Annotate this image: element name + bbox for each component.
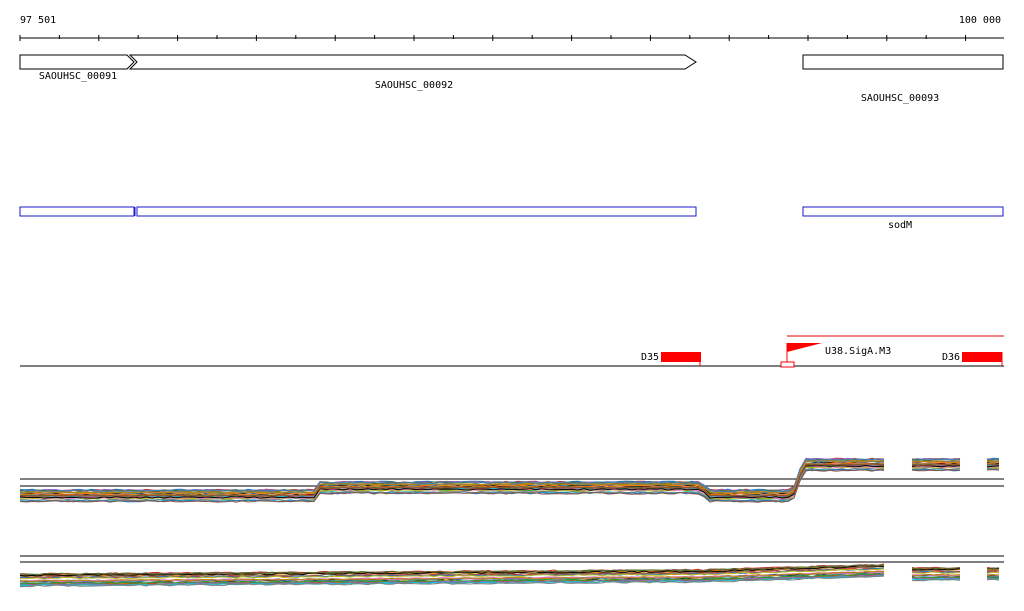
profile-line	[986, 458, 1000, 461]
feature-site-box[interactable]	[780, 361, 795, 368]
expression-track-lower	[19, 555, 1004, 588]
annotation-box-sodm[interactable]	[802, 206, 1004, 217]
expression-track-upper	[19, 457, 1004, 503]
gene-saouhsc-00092[interactable]: SAOUHSC_00092	[128, 54, 697, 91]
feature-d36[interactable]: D36	[942, 352, 1003, 366]
profile-line	[986, 463, 1000, 466]
gene-arrow[interactable]	[128, 54, 697, 70]
feature-flag[interactable]	[787, 343, 822, 352]
gene-arrow[interactable]	[802, 54, 1004, 70]
annotation-track: sodM	[19, 206, 1004, 231]
genome-browser: 97 501 100 000 SAOUHSC_00091 SAOUHSC_000…	[19, 15, 1004, 588]
profile-lines	[19, 457, 1000, 503]
ruler-end-label: 100 000	[959, 15, 1001, 26]
gene-label: SAOUHSC_00092	[375, 80, 453, 91]
feature-label: U38.SigA.M3	[825, 346, 891, 357]
feature-d35[interactable]: D35	[641, 352, 701, 366]
profile-line	[986, 572, 999, 574]
feature-track: D35 U38.SigA.M3 D36	[20, 335, 1004, 368]
annotation-box[interactable]	[136, 206, 697, 217]
gene-arrow[interactable]	[19, 54, 135, 70]
gene-track: SAOUHSC_00091 SAOUHSC_00092 SAOUHSC_0009…	[19, 54, 1004, 104]
ruler-start-label: 97 501	[20, 15, 56, 26]
gene-label: SAOUHSC_00091	[39, 71, 117, 82]
profile-line	[986, 578, 1000, 581]
ruler: 97 501 100 000	[19, 15, 1004, 41]
feature-u38-siga-m3[interactable]: U38.SigA.M3	[780, 343, 891, 368]
feature-label: D35	[641, 352, 659, 363]
gene-saouhsc-00091[interactable]: SAOUHSC_00091	[19, 54, 135, 82]
annotation-box[interactable]	[19, 206, 135, 217]
annotation-label: sodM	[888, 220, 912, 231]
profile-lines	[19, 563, 1000, 588]
gene-saouhsc-00093[interactable]: SAOUHSC_00093	[802, 54, 1004, 104]
feature-block[interactable]	[661, 352, 701, 362]
feature-block[interactable]	[962, 352, 1002, 362]
gene-label: SAOUHSC_00093	[861, 93, 939, 104]
feature-label: D36	[942, 352, 960, 363]
